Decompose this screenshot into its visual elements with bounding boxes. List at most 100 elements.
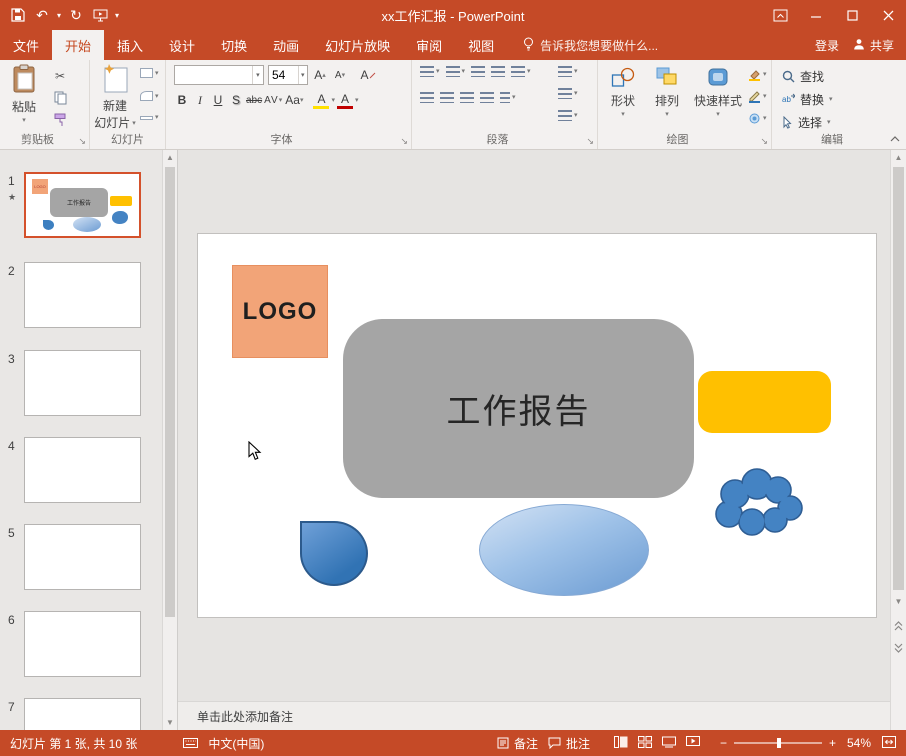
fit-to-window-icon[interactable] [882,736,896,751]
slide-thumbnail-5[interactable] [24,524,141,590]
tab-home[interactable]: 开始 [52,30,104,60]
scroll-up-icon[interactable]: ▲ [163,150,177,165]
paragraph-dialog-launcher-icon[interactable]: ↘ [586,136,594,147]
reset-slide-button[interactable]: ▾ [140,91,159,101]
drawing-dialog-launcher-icon[interactable]: ↘ [760,136,768,147]
slide-thumbnail-3[interactable] [24,350,141,416]
new-slide-button[interactable]: 新建 幻灯片 ▾ [94,63,136,131]
language-indicator[interactable]: 中文(中国) [208,735,264,752]
paste-button[interactable]: 粘贴 ▾ [6,64,42,124]
maximize-icon[interactable] [834,0,870,30]
grow-font-button[interactable]: A▴ [312,66,328,84]
font-dialog-launcher-icon[interactable]: ↘ [400,136,408,147]
line-spacing-button[interactable]: ▾ [511,66,531,77]
logo-shape[interactable]: LOGO [232,265,328,358]
zoom-slider[interactable] [734,742,822,744]
previous-slide-icon[interactable] [891,618,906,633]
shape-effects-button[interactable]: ▾ [748,112,767,125]
paste-dropdown-icon[interactable]: ▾ [22,117,26,124]
start-slideshow-icon[interactable] [88,0,112,30]
character-spacing-button[interactable]: AV▾ [264,91,283,109]
slide-layout-button[interactable]: ▾ [140,68,159,78]
replace-button[interactable]: ab 替换 ▾ [782,91,833,108]
align-text-button[interactable]: ▾ [558,88,578,99]
italic-button[interactable]: I [192,91,208,109]
quick-styles-button[interactable]: 快速样式 ▾ [690,66,746,118]
slide-thumbnail-6[interactable] [24,611,141,677]
tab-review[interactable]: 审阅 [403,30,455,60]
find-button[interactable]: 查找 [782,68,824,85]
font-size-combo[interactable]: ▾ [268,65,308,85]
slide-sorter-view-icon[interactable] [638,736,652,751]
undo-button[interactable]: ↶ [30,0,54,30]
thumbnail-scrollbar-thumb[interactable] [165,167,175,617]
slide-thumbnail-2[interactable] [24,262,141,328]
bold-button[interactable]: B [174,91,190,109]
font-name-dropdown-icon[interactable]: ▾ [252,66,263,84]
underline-button[interactable]: U [210,91,226,109]
tab-insert[interactable]: 插入 [104,30,156,60]
align-left-icon[interactable] [420,92,434,103]
next-slide-icon[interactable] [891,640,906,655]
slide-number-indicator[interactable]: 幻灯片 第 1 张, 共 10 张 [10,735,137,752]
bullets-button[interactable]: ▾ [420,66,440,77]
clipboard-dialog-launcher-icon[interactable]: ↘ [78,136,86,147]
zoom-slider-thumb[interactable] [777,738,781,748]
increase-indent-icon[interactable] [491,66,505,77]
undo-dropdown-icon[interactable]: ▾ [54,0,64,30]
ribbon-display-options-icon[interactable] [762,0,798,30]
main-scrollbar[interactable]: ▲ ▼ [890,150,906,730]
change-case-button[interactable]: Aa▾ [285,91,303,109]
scroll-down-icon[interactable]: ▼ [163,715,177,730]
collapse-ribbon-icon[interactable] [890,131,900,145]
tab-view[interactable]: 视图 [455,30,507,60]
close-icon[interactable] [870,0,906,30]
tab-animations[interactable]: 动画 [260,30,312,60]
zoom-out-icon[interactable]: − [720,736,727,750]
text-direction-button[interactable]: ▾ [558,66,578,77]
reading-view-icon[interactable] [662,736,676,751]
sign-in-link[interactable]: 登录 [815,37,839,54]
customize-qat-icon[interactable]: ▾ [112,0,122,30]
numbering-button[interactable]: ▾ [446,66,466,77]
tab-design[interactable]: 设计 [156,30,208,60]
save-icon[interactable] [6,0,30,30]
shape-outline-button[interactable]: ▾ [748,90,767,103]
tab-slideshow[interactable]: 幻灯片放映 [312,30,403,60]
slide-thumbnail-1[interactable]: LOGO 工作报告 [24,172,141,238]
comments-toggle-button[interactable]: 批注 [548,735,590,752]
zoom-percentage[interactable]: 54% [843,736,871,750]
text-highlight-button[interactable]: A [313,91,329,109]
tab-file[interactable]: 文件 [0,30,52,60]
font-name-input[interactable] [175,66,252,84]
share-button[interactable]: 共享 [853,37,894,54]
columns-button[interactable]: ▾ [500,92,516,103]
format-painter-icon[interactable] [50,110,70,129]
minimize-icon[interactable] [798,0,834,30]
cloud-shape[interactable] [706,458,808,542]
font-size-input[interactable] [269,66,298,84]
title-rounded-rectangle-shape[interactable]: 工作报告 [343,319,694,498]
yellow-rounded-rectangle-shape[interactable] [698,371,831,433]
tab-transitions[interactable]: 切换 [208,30,260,60]
cut-icon[interactable]: ✂ [50,66,70,85]
font-color-dropdown-icon[interactable]: ▾ [355,97,359,104]
redo-button[interactable]: ↻ [64,0,88,30]
slide-thumbnail-4[interactable] [24,437,141,503]
font-color-button[interactable]: A [337,91,353,109]
justify-icon[interactable] [480,92,494,103]
thumbnail-scrollbar[interactable]: ▲ ▼ [162,150,177,730]
section-button[interactable]: ▾ [140,114,159,121]
highlight-dropdown-icon[interactable]: ▾ [331,97,335,104]
decrease-indent-icon[interactable] [471,66,485,77]
align-right-icon[interactable] [460,92,474,103]
notes-toggle-button[interactable]: 备注 [497,735,538,752]
slide-thumbnail-7[interactable] [24,698,141,730]
shape-fill-button[interactable]: ▾ [748,68,767,81]
normal-view-icon[interactable] [614,736,628,751]
font-size-dropdown-icon[interactable]: ▾ [298,66,307,84]
shrink-font-button[interactable]: A▾ [332,66,348,84]
select-button[interactable]: 选择 ▾ [782,114,831,131]
font-name-combo[interactable]: ▾ [174,65,264,85]
tell-me-box[interactable]: 告诉我您想要做什么... [523,30,658,60]
